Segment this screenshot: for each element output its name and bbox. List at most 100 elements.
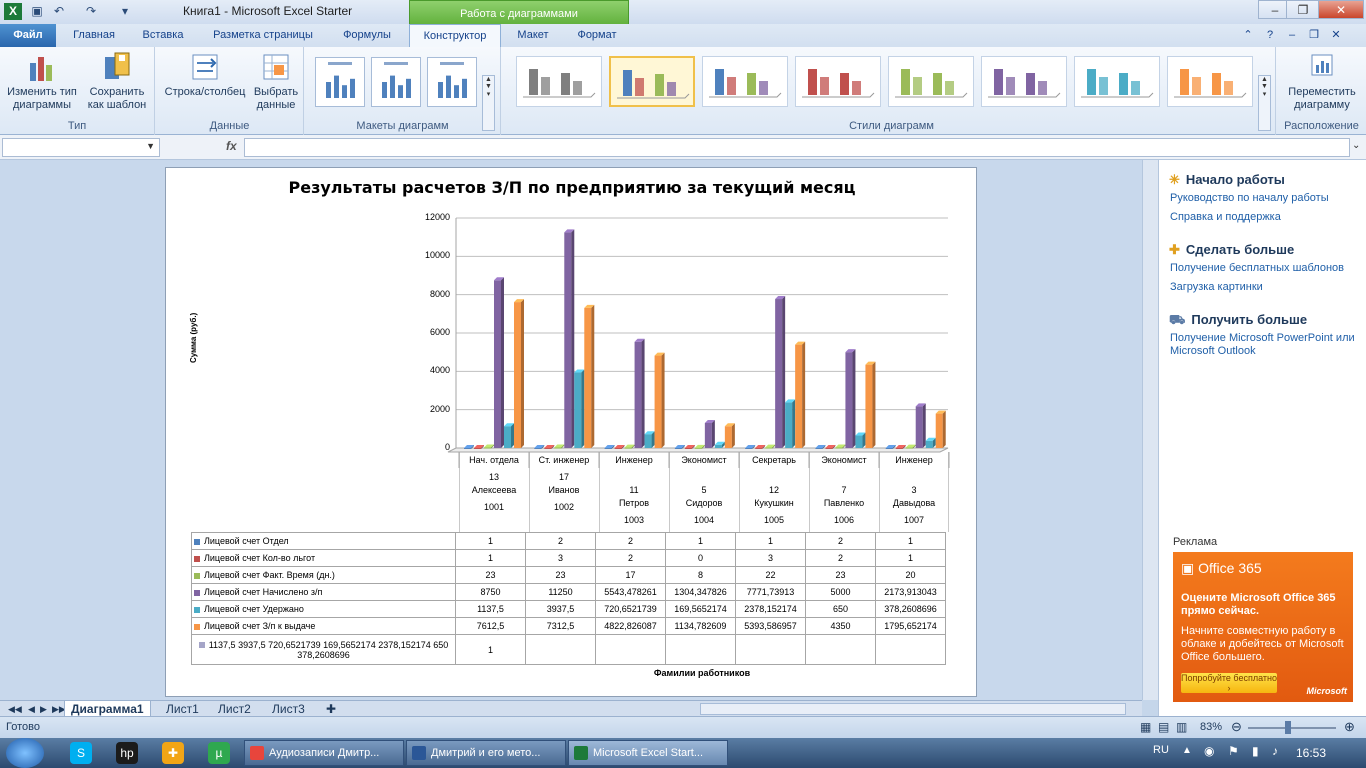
select-data-button[interactable]: Выбрать данные xyxy=(250,51,302,112)
bar[interactable] xyxy=(504,423,514,448)
bar[interactable] xyxy=(574,369,585,448)
chart-style-1[interactable] xyxy=(516,56,602,107)
bar[interactable] xyxy=(865,361,876,448)
skype-icon[interactable]: S xyxy=(70,742,92,764)
doc-close-icon[interactable]: ✕ xyxy=(1328,24,1344,47)
action-center-icon[interactable]: ⚑ xyxy=(1228,744,1239,758)
tp-link-help-support[interactable]: Справка и поддержка xyxy=(1170,211,1360,224)
clock[interactable]: 16:53 xyxy=(1296,746,1326,760)
chart-style-8[interactable] xyxy=(1167,56,1253,107)
tp-link-get-powerpoint-outlook[interactable]: Получение Microsoft PowerPoint или Micro… xyxy=(1170,332,1360,358)
bar[interactable] xyxy=(925,437,936,448)
taskbar-item-chrome[interactable]: Аудиозаписи Дмитр... xyxy=(244,740,404,766)
start-button[interactable] xyxy=(6,738,44,768)
bar[interactable] xyxy=(564,229,575,448)
insert-sheet-icon[interactable]: ✚ xyxy=(320,701,342,717)
ad-try-free-button[interactable]: Попробуйте бесплатно › xyxy=(1181,673,1277,693)
change-chart-type-button[interactable]: Изменить тип диаграммы xyxy=(4,51,80,112)
x-axis-title[interactable]: Фамилии работников xyxy=(166,668,978,678)
expand-formula-bar-icon[interactable]: ⌄ xyxy=(1352,140,1360,151)
name-box-dropdown-icon[interactable]: ▼ xyxy=(146,141,155,151)
chart-layout-3[interactable] xyxy=(427,57,477,107)
restore-button[interactable]: ❐ xyxy=(1286,0,1320,19)
sheet-tab-diagram1[interactable]: Диаграмма1 xyxy=(64,701,151,717)
switch-row-column-button[interactable]: Строка/столбец xyxy=(160,51,250,99)
bar[interactable] xyxy=(724,423,735,448)
help-icon[interactable]: ? xyxy=(1262,24,1278,47)
undo-icon[interactable]: ↶ xyxy=(50,3,68,20)
tab-layout[interactable]: Макет xyxy=(506,24,560,47)
tp-link-free-templates[interactable]: Получение бесплатных шаблонов xyxy=(1170,262,1360,275)
language-indicator[interactable]: RU xyxy=(1153,744,1169,756)
name-box[interactable]: ▼ xyxy=(2,138,160,157)
network-icon[interactable]: ▮ xyxy=(1252,744,1259,758)
bar[interactable] xyxy=(855,432,866,448)
bar[interactable] xyxy=(634,338,645,448)
doc-restore-icon[interactable]: ❐ xyxy=(1306,24,1322,47)
chart-style-4[interactable] xyxy=(795,56,881,107)
tab-page-layout[interactable]: Разметка страницы xyxy=(200,24,326,47)
tp-link-clip-art[interactable]: Загрузка картинки xyxy=(1170,281,1360,294)
chart-style-5[interactable] xyxy=(888,56,974,107)
vertical-scrollbar[interactable] xyxy=(1142,160,1158,700)
chart-layout-2[interactable] xyxy=(371,57,421,107)
chart-layout-1[interactable] xyxy=(315,57,365,107)
bar[interactable] xyxy=(584,304,595,448)
chart-area[interactable]: Результаты расчетов З/П по предприятию з… xyxy=(165,167,977,697)
tab-insert[interactable]: Вставка xyxy=(132,24,194,47)
horizontal-scrollbar[interactable] xyxy=(700,703,1126,715)
bar[interactable] xyxy=(654,352,665,448)
tray-app-icon[interactable]: ◉ xyxy=(1204,744,1214,758)
page-break-view-icon[interactable]: ▥ xyxy=(1176,720,1187,734)
zoom-level[interactable]: 83% xyxy=(1200,721,1222,733)
zoom-in-icon[interactable]: ⊕ xyxy=(1344,719,1355,735)
zoom-out-icon[interactable]: ⊖ xyxy=(1231,719,1242,735)
chart-style-2[interactable] xyxy=(609,56,695,107)
bar[interactable] xyxy=(514,299,524,448)
tab-format[interactable]: Формат xyxy=(566,24,628,47)
zoom-slider[interactable] xyxy=(1248,727,1336,729)
bar[interactable] xyxy=(785,399,796,448)
move-chart-button[interactable]: Переместить диаграмму xyxy=(1283,51,1361,112)
bar[interactable] xyxy=(644,431,655,448)
sheet-tab-list3[interactable]: Лист3 xyxy=(266,701,311,717)
volume-icon[interactable]: ♪ xyxy=(1272,744,1278,758)
close-button[interactable]: ✕ xyxy=(1318,0,1364,19)
plot-area[interactable] xyxy=(166,168,978,468)
hp-icon[interactable]: hp xyxy=(116,742,138,764)
sheet-tab-list1[interactable]: Лист1 xyxy=(160,701,205,717)
office365-ad[interactable]: ▣ Office 365 Оцените Microsoft Office 36… xyxy=(1173,552,1353,702)
chart-style-7[interactable] xyxy=(1074,56,1160,107)
games-icon[interactable]: ✚ xyxy=(162,742,184,764)
bar[interactable] xyxy=(915,403,926,448)
page-layout-view-icon[interactable]: ▤ xyxy=(1158,720,1169,734)
doc-minimize-icon[interactable]: – xyxy=(1284,24,1300,47)
bar[interactable] xyxy=(714,441,725,448)
bar[interactable] xyxy=(775,296,786,448)
zoom-slider-thumb[interactable] xyxy=(1285,721,1291,734)
bar[interactable] xyxy=(795,341,806,448)
normal-view-icon[interactable]: ▦ xyxy=(1140,720,1151,734)
save-icon[interactable]: ▣ xyxy=(28,3,46,20)
tab-file[interactable]: Файл xyxy=(0,24,56,47)
chart-style-6[interactable] xyxy=(981,56,1067,107)
minimize-ribbon-icon[interactable]: ⌃ xyxy=(1240,24,1256,47)
bar[interactable] xyxy=(845,349,856,448)
insert-function-icon[interactable]: fx xyxy=(226,139,237,153)
utorrent-icon[interactable]: µ xyxy=(208,742,230,764)
tab-home[interactable]: Главная xyxy=(62,24,126,47)
formula-input[interactable] xyxy=(244,138,1350,157)
sheet-tab-list2[interactable]: Лист2 xyxy=(212,701,257,717)
tray-expand-icon[interactable]: ▲ xyxy=(1182,745,1192,756)
bar[interactable] xyxy=(704,420,715,448)
customize-qat-icon[interactable]: ▾ xyxy=(116,3,134,20)
tp-link-getting-started-guide[interactable]: Руководство по началу работы xyxy=(1170,192,1360,205)
taskbar-item-word[interactable]: Дмитрий и его мето... xyxy=(406,740,566,766)
chart-style-3[interactable] xyxy=(702,56,788,107)
save-as-template-button[interactable]: Сохранить как шаблон xyxy=(82,51,152,112)
bar[interactable] xyxy=(494,277,504,448)
tab-formulas[interactable]: Формулы xyxy=(332,24,402,47)
excel-app-icon[interactable]: X xyxy=(4,3,22,20)
redo-icon[interactable]: ↷ xyxy=(82,3,100,20)
bar[interactable] xyxy=(935,410,946,448)
